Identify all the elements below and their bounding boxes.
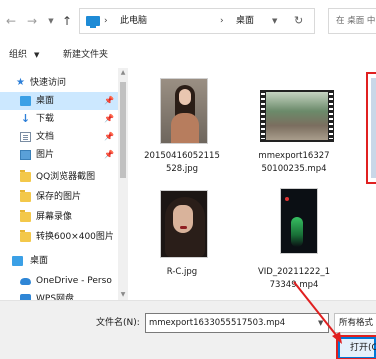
download-icon: ↓ xyxy=(20,112,31,125)
address-history-chevron-icon[interactable]: ▼ xyxy=(272,14,277,28)
sidebar-item-label: 图片 xyxy=(36,150,55,160)
sidebar-item-saved-pictures[interactable]: 保存的图片 xyxy=(0,188,118,206)
onedrive-icon xyxy=(20,278,31,285)
document-icon xyxy=(20,132,31,142)
recent-locations-chevron-icon[interactable]: ▼ xyxy=(44,13,58,29)
toolbar: 组织 ▼ 新建文件夹 xyxy=(0,44,376,68)
sidebar-item-desktop[interactable]: 桌面 📌 xyxy=(0,92,118,110)
star-icon: ★ xyxy=(16,77,25,88)
scroll-down-icon[interactable]: ▼ xyxy=(119,291,127,299)
sidebar-item-quick-access[interactable]: ★ 快速访问 xyxy=(0,74,118,92)
search-input[interactable]: 在 桌面 中 xyxy=(328,8,376,34)
filename-history-chevron-icon[interactable]: ▼ xyxy=(318,317,323,329)
sidebar-item-label: 屏幕录像 xyxy=(36,212,73,222)
scroll-up-icon[interactable]: ▲ xyxy=(119,69,127,77)
pin-icon: 📌 xyxy=(104,96,114,105)
file-list: 20150416052115 528.jpg mmexport16327 501… xyxy=(128,68,376,300)
sidebar-item-label: WPS网盘 xyxy=(36,294,75,300)
breadcrumb-separator-icon[interactable]: › xyxy=(104,14,108,28)
sidebar-item-pictures[interactable]: 图片 📌 xyxy=(0,146,118,164)
desktop-icon xyxy=(20,96,31,106)
folder-icon xyxy=(20,230,31,242)
file-name-line1: 20150416052115 xyxy=(144,151,220,161)
pin-icon: 📌 xyxy=(104,150,114,159)
sidebar-item-label: OneDrive - Perso xyxy=(36,276,112,286)
search-placeholder: 在 桌面 中 xyxy=(336,16,376,26)
folder-icon xyxy=(20,210,31,222)
file-tile[interactable]: mmexport16327 50100235.mp4 xyxy=(240,68,348,180)
filename-input[interactable]: mmexport1633055517503.mp4 ▼ xyxy=(145,313,329,333)
sidebar-item-qq-screenshots[interactable]: QQ浏览器截图 xyxy=(0,168,118,186)
picture-icon xyxy=(20,150,31,160)
file-name-line2: 73349.mp4 xyxy=(269,280,319,290)
file-name-line2: 50100235.mp4 xyxy=(261,164,327,174)
breadcrumb-this-pc[interactable]: 此电脑 xyxy=(120,14,147,28)
forward-arrow-icon[interactable]: → xyxy=(25,13,39,29)
sidebar-scrollbar[interactable]: ▲ ▼ xyxy=(118,68,128,300)
breadcrumb-separator-icon[interactable]: › xyxy=(220,14,224,28)
file-name-line2: 528.jpg xyxy=(165,164,199,174)
sidebar-item-label: 下载 xyxy=(36,114,55,124)
sidebar-item-label: 桌面 xyxy=(36,96,55,106)
sidebar-item-downloads[interactable]: ↓ 下载 📌 xyxy=(0,110,118,128)
sidebar-item-label: 快速访问 xyxy=(30,78,67,88)
address-bar[interactable]: › 此电脑 › 桌面 ▼ ↻ xyxy=(79,8,315,34)
filetype-select[interactable]: 所有格式 xyxy=(334,313,376,333)
new-folder-button[interactable]: 新建文件夹 xyxy=(63,48,108,62)
sidebar-item-label: 转换600×400图片 xyxy=(36,232,114,242)
open-button-label: 打开(O) xyxy=(350,343,376,353)
sidebar-item-desktop-root[interactable]: 桌面 xyxy=(0,252,118,270)
sidebar-item-screen-recordings[interactable]: 屏幕录像 xyxy=(0,208,118,226)
open-button[interactable]: 打开(O) xyxy=(338,337,376,359)
back-arrow-icon[interactable]: ← xyxy=(4,13,18,29)
navigation-pane: ★ 快速访问 桌面 📌 ↓ 下载 📌 文档 📌 图片 📌 QQ浏览器截图 保存的… xyxy=(0,68,118,300)
pin-icon: 📌 xyxy=(104,114,114,123)
video-thumbnail xyxy=(280,188,318,254)
sidebar-item-documents[interactable]: 文档 📌 xyxy=(0,128,118,146)
pin-icon: 📌 xyxy=(104,132,114,141)
filename-value: mmexport1633055517503.mp4 xyxy=(149,318,286,328)
file-tile[interactable]: 20150416052115 528.jpg xyxy=(128,68,236,180)
video-thumbnail xyxy=(260,90,334,142)
sidebar-item-label: 桌面 xyxy=(30,256,49,266)
desktop-icon xyxy=(12,256,23,266)
folder-icon xyxy=(20,190,31,202)
partially-visible-file-tile[interactable] xyxy=(366,72,376,184)
file-name-line1: mmexport16327 xyxy=(258,151,330,161)
scrollbar-thumb[interactable] xyxy=(120,82,126,178)
file-tile[interactable]: R-C.jpg xyxy=(128,180,236,292)
organize-button[interactable]: 组织 xyxy=(9,48,27,62)
file-name-line1: VID_20211222_1 xyxy=(257,267,331,277)
sidebar-item-label: 保存的图片 xyxy=(36,192,82,202)
file-name-line1: R-C.jpg xyxy=(166,267,198,277)
file-tile[interactable]: VID_20211222_1 73349.mp4 xyxy=(240,180,348,292)
image-thumbnail xyxy=(160,190,208,258)
refresh-icon[interactable]: ↻ xyxy=(294,13,303,29)
computer-icon xyxy=(86,16,100,28)
sidebar-item-onedrive[interactable]: OneDrive - Perso xyxy=(0,272,118,290)
sidebar-item-wps-cloud[interactable]: WPS网盘 xyxy=(0,290,118,300)
filename-label: 文件名(N): xyxy=(96,318,140,328)
organize-caret-icon[interactable]: ▼ xyxy=(34,48,39,62)
folder-icon xyxy=(20,170,31,182)
image-thumbnail xyxy=(160,78,208,144)
up-arrow-icon[interactable]: ↑ xyxy=(60,13,74,29)
sidebar-item-label: QQ浏览器截图 xyxy=(36,172,96,182)
breadcrumb-desktop[interactable]: 桌面 xyxy=(236,14,254,28)
file-dialog-footer: 文件名(N): mmexport1633055517503.mp4 ▼ 所有格式… xyxy=(0,300,376,359)
address-row: ← → ▼ ↑ › 此电脑 › 桌面 ▼ ↻ 在 桌面 中 xyxy=(0,0,376,44)
filetype-value: 所有格式 xyxy=(339,318,374,328)
sidebar-item-label: 文档 xyxy=(36,132,55,142)
sidebar-item-convert-folder[interactable]: 转换600×400图片 xyxy=(0,228,118,246)
